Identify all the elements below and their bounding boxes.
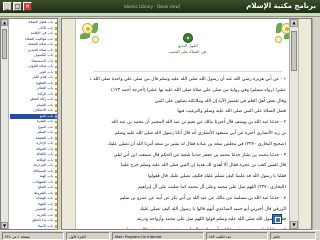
chapter-list: باب فضل الصلاة باب الأذان باب في الإقامة با… <box>10 20 57 230</box>
window-title: برنامج مكتبة الإسلام <box>246 2 316 10</box>
window-right-edge <box>312 18 320 230</box>
sidebar-item[interactable]: باب الأنبياء <box>10 224 57 230</box>
book-text: ١ - عن أبي هريرة رضي الله عنه أن رسول ال… <box>90 75 286 229</box>
window-subtitle: Islamic Library - [book view] <box>123 4 181 9</box>
text-line: ١ - عن أبي هريرة رضي الله عنه أن رسول ال… <box>90 77 286 82</box>
mosque-emblem-icon <box>183 33 193 43</box>
text-line: فضل الصلاة على النبي صلى الله عليه وسلم … <box>177 109 286 115</box>
chapter-sidebar[interactable]: ▲ ▼ باب فضل الصلاة باب الأذان باب في الإقا… <box>0 18 58 230</box>
text-line: بن زيد الأنصاري أخبره عن أبي مسعود الأنص… <box>114 130 286 136</box>
toolbar-strip <box>0 13 320 17</box>
text-line: ٣ - حدثنا محمد بن بشار حدثنا محمد بن جعف… <box>113 152 286 158</box>
sidebar-scrollbar[interactable]: ▲ ▼ <box>1 19 9 229</box>
page-scrollbar[interactable]: ▲ ▼ <box>289 19 298 229</box>
status-bar: صفحة ١ من ٢٣٤ الجزء الأول Main Program O… <box>0 230 320 240</box>
text-line: ٤ - حدثنا عبد الله بن مسلمة عن مالك عن ع… <box>119 195 286 201</box>
book-header: القول البديع في الصلاة على الحبيب <box>168 33 206 63</box>
window-controls: _ □ × <box>3 2 32 11</box>
status-online-link[interactable]: Main Program On Internet <box>112 232 204 240</box>
header-divider <box>94 71 282 72</box>
text-line: قال لقيني كعب بن عجرة فقال ألا أهدي لك ه… <box>120 163 286 169</box>
sidebar-scroll-thumb[interactable] <box>2 29 7 59</box>
text-line: ٢ - حدثنا عبد الله بن يوسف قال أخبرنا ما… <box>111 120 286 126</box>
maximize-button[interactable]: □ <box>13 2 22 11</box>
scroll-up-arrow-icon[interactable]: ▲ <box>1 19 8 26</box>
text-line: فقلنا يا رسول الله قد علمنا كيف نسلم علي… <box>147 174 286 180</box>
floral-corner-top-left-icon <box>78 21 108 51</box>
page-scroll-down-icon[interactable]: ▼ <box>290 221 298 229</box>
status-page: صفحة ١ من ٢٣٤ <box>2 232 64 240</box>
status-part: الجزء الأول <box>66 232 110 240</box>
document-viewer: القول البديع في الصلاة على الحبيب ١ - عن… <box>61 18 312 230</box>
page-nav-button-icon[interactable] <box>272 214 282 224</box>
status-book-count: عدد الكتب ٤٥٢ <box>206 232 268 240</box>
scroll-down-arrow-icon[interactable]: ▼ <box>1 222 8 229</box>
book-page: القول البديع في الصلاة على الحبيب ١ - عن… <box>75 19 299 229</box>
text-line: عشرا (رواه مسلم) وفي رواية من صلى علي صل… <box>111 87 286 93</box>
page-scroll-thumb[interactable] <box>291 31 297 71</box>
text-line: وقال بعض أهل العلم في تفسير الآية إن الل… <box>154 98 286 104</box>
title-bar[interactable]: _ □ × Islamic Library - [book view] برنا… <box>0 0 320 13</box>
text-line: فقال رسول الله صلى الله عليه وسلم قولوا … <box>136 217 286 223</box>
minimize-button[interactable]: _ <box>3 2 12 11</box>
status-ready: جاهز <box>270 232 316 240</box>
close-button[interactable]: × <box>23 2 32 11</box>
text-line: الزرقي قال أخبرني أبو حميد الساعدي أنهم … <box>139 206 286 212</box>
text-line: (صحيح البخاري ٣٣٧٠) في مجلس سعد بن عبادة… <box>107 141 286 147</box>
page-scroll-up-icon[interactable]: ▲ <box>290 19 298 27</box>
text-line: (البخاري ٣٣٧٠) اللهم صل على محمد وعلى آل… <box>138 184 286 190</box>
book-subtitle: في الصلاة على الحبيب <box>168 49 206 54</box>
